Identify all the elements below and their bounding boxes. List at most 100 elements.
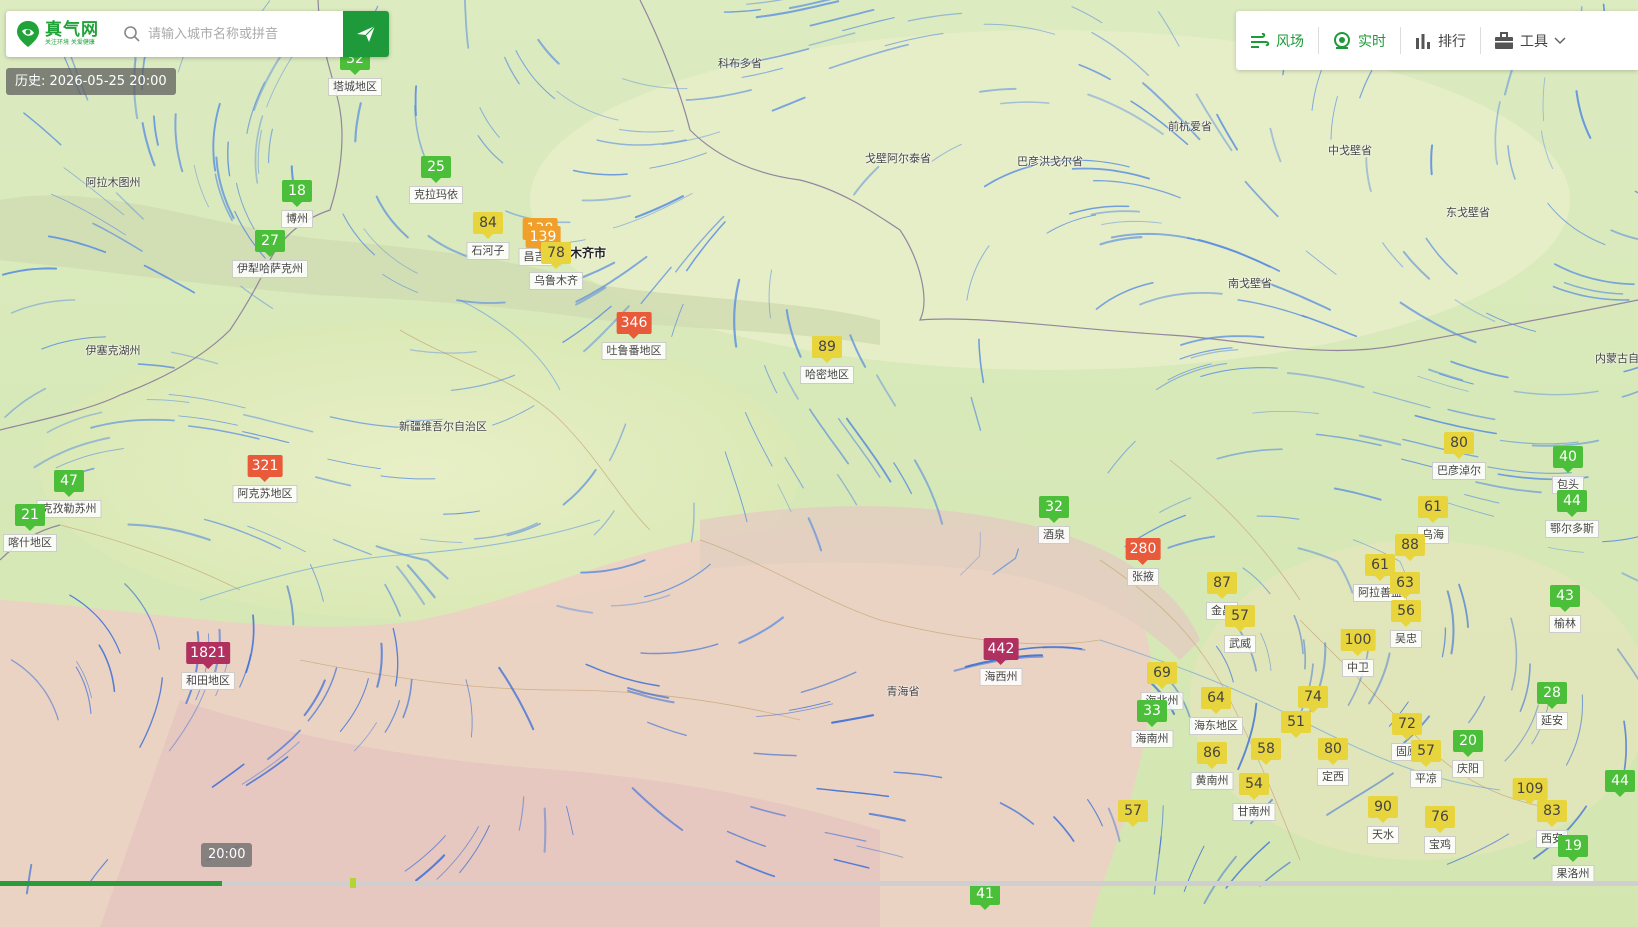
- aqi-marker[interactable]: 25: [421, 156, 451, 183]
- aqi-marker[interactable]: 57: [1225, 605, 1255, 632]
- time-slider[interactable]: 20:00: [0, 843, 1638, 927]
- aqi-marker[interactable]: 40: [1553, 446, 1583, 473]
- aqi-marker[interactable]: 109: [1512, 778, 1548, 805]
- aqi-marker[interactable]: 1821: [186, 642, 230, 669]
- wind-streamline: [1454, 299, 1496, 322]
- station-name-label: 武威: [1224, 635, 1256, 653]
- map-canvas[interactable]: 科布多省 前杭爱省 戈壁阿尔泰省 巴彦洪戈尔省 中戈壁省 东戈壁省 南戈壁省 阿拉木图州 伊塞克…: [0, 0, 1638, 927]
- wind-streamline: [771, 96, 806, 112]
- aqi-marker[interactable]: 80: [1444, 432, 1474, 459]
- aqi-marker[interactable]: 21: [15, 504, 45, 531]
- wind-streamline: [868, 812, 906, 822]
- station-name-label: 伊犁哈萨克州: [232, 260, 308, 278]
- aqi-marker[interactable]: 27: [255, 230, 285, 257]
- station-name-label: 塔城地区: [328, 78, 382, 96]
- aqi-marker[interactable]: 57: [1118, 800, 1148, 827]
- wind-streamline: [800, 671, 857, 694]
- aqi-marker[interactable]: 64: [1201, 687, 1231, 714]
- wind-streamline: [970, 396, 982, 432]
- aqi-marker[interactable]: 72: [1392, 713, 1422, 740]
- wind-streamline: [1242, 567, 1271, 595]
- aqi-marker[interactable]: 20: [1453, 730, 1483, 757]
- aqi-marker[interactable]: 80: [1318, 738, 1348, 765]
- wind-streamline: [51, 193, 126, 236]
- aqi-marker[interactable]: 58: [1251, 738, 1281, 765]
- aqi-marker[interactable]: 83: [1537, 800, 1567, 827]
- aqi-marker[interactable]: 69: [1147, 662, 1177, 689]
- wind-streamline: [332, 538, 372, 556]
- aqi-marker[interactable]: 89: [812, 336, 842, 363]
- aqi-marker[interactable]: 44: [1605, 770, 1635, 797]
- aqi-marker[interactable]: 56: [1391, 600, 1421, 627]
- aqi-marker[interactable]: 86: [1197, 742, 1227, 769]
- time-slider-marker[interactable]: [350, 878, 356, 888]
- wind-streamline: [1330, 96, 1338, 140]
- aqi-marker[interactable]: 18: [282, 180, 312, 207]
- wind-streamline: [1158, 805, 1164, 854]
- wind-streamline: [626, 689, 675, 704]
- aqi-marker[interactable]: 54: [1239, 773, 1269, 800]
- aqi-marker[interactable]: 57: [1411, 740, 1441, 767]
- aqi-marker[interactable]: 280: [1125, 538, 1161, 565]
- wind-streamline: [618, 128, 674, 133]
- time-slider-track[interactable]: [0, 881, 1638, 886]
- aqi-marker[interactable]: 76: [1425, 806, 1455, 833]
- wind-streamline: [309, 563, 324, 602]
- wind-streamline: [1554, 263, 1635, 286]
- aqi-marker[interactable]: 33: [1137, 700, 1167, 727]
- station-name-label: 和田地区: [181, 672, 235, 690]
- wind-streamline: [115, 192, 144, 220]
- wind-streamline: [384, 583, 401, 617]
- wind-streamline: [1157, 11, 1180, 47]
- aqi-marker[interactable]: 51: [1281, 711, 1311, 738]
- wind-streamline: [1616, 648, 1638, 681]
- aqi-marker[interactable]: 100: [1340, 629, 1376, 656]
- aqi-marker[interactable]: 442: [983, 638, 1019, 665]
- site-logo[interactable]: 真气网 关注环境 关爱健康: [6, 11, 118, 57]
- aqi-marker[interactable]: 84: [473, 212, 503, 239]
- station-name-label: 巴彦淖尔: [1432, 462, 1486, 480]
- wind-streamline: [782, 371, 799, 400]
- aqi-marker[interactable]: 28: [1537, 682, 1567, 709]
- wind-streamline: [247, 525, 306, 553]
- wind-streamline: [245, 756, 289, 787]
- aqi-marker[interactable]: 32: [1039, 496, 1069, 523]
- station-name-label: 阿克苏地区: [232, 485, 298, 503]
- wind-streamline: [876, 374, 897, 407]
- aqi-marker[interactable]: 90: [1368, 796, 1398, 823]
- realtime-button[interactable]: 实时: [1318, 11, 1400, 70]
- wind-streamline: [2, 267, 58, 276]
- region-label: 东戈壁省: [1446, 206, 1490, 219]
- wind-streamline: [402, 678, 413, 719]
- station-name-label: 石河子: [466, 242, 510, 260]
- aqi-marker[interactable]: 19: [1558, 835, 1588, 862]
- search-input[interactable]: [148, 19, 338, 49]
- wind-streamline: [808, 32, 856, 47]
- wind-streamline: [1099, 236, 1143, 246]
- wind-streamline: [978, 338, 985, 384]
- wind-streamline: [375, 545, 449, 580]
- wind-field-button[interactable]: 风场: [1236, 11, 1318, 70]
- wind-streamline: [572, 169, 628, 176]
- aqi-marker[interactable]: 63: [1390, 572, 1420, 599]
- wind-field-label: 风场: [1276, 33, 1304, 50]
- ranking-button[interactable]: 排行: [1400, 11, 1480, 70]
- wind-streamline: [1244, 180, 1279, 218]
- wind-streamline: [785, 309, 802, 358]
- aqi-marker[interactable]: 87: [1207, 572, 1237, 599]
- aqi-marker[interactable]: 321: [247, 455, 283, 482]
- wind-streamline: [211, 763, 245, 788]
- wind-streamline: [137, 363, 175, 369]
- aqi-marker[interactable]: 61: [1418, 496, 1448, 523]
- wind-streamline: [1510, 617, 1518, 691]
- aqi-marker[interactable]: 346: [616, 312, 652, 339]
- wind-streamline: [10, 299, 76, 314]
- aqi-marker[interactable]: 47: [54, 470, 84, 497]
- aqi-marker[interactable]: 88: [1395, 534, 1425, 561]
- aqi-marker[interactable]: 74: [1298, 686, 1328, 713]
- search-submit-button[interactable]: [343, 11, 389, 57]
- aqi-marker[interactable]: 44: [1557, 490, 1587, 517]
- tools-menu-button[interactable]: 工具: [1480, 11, 1580, 70]
- aqi-marker[interactable]: 78: [541, 242, 571, 269]
- aqi-marker[interactable]: 43: [1550, 585, 1580, 612]
